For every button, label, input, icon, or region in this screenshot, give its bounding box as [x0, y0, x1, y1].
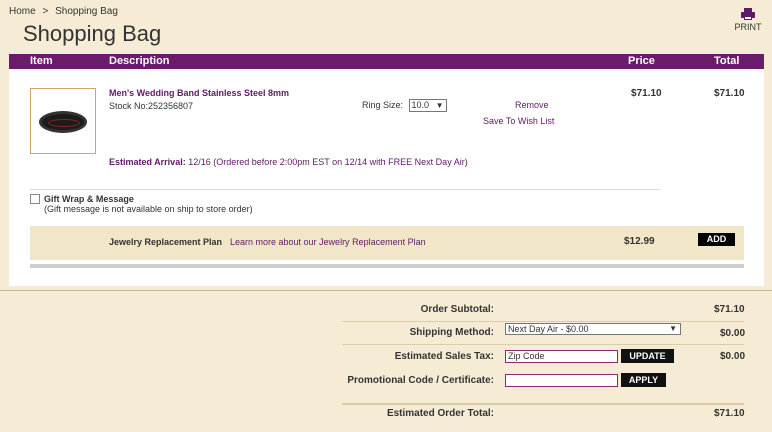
order-subtotal-label: Order Subtotal:: [420, 304, 494, 315]
zip-code-input[interactable]: Zip Code: [505, 350, 618, 363]
product-stock-number: Stock No:252356807: [109, 101, 194, 111]
breadcrumb: Home > Shopping Bag: [9, 6, 122, 17]
chevron-down-icon: ▼: [435, 101, 444, 110]
gift-wrap-checkbox[interactable]: [30, 194, 40, 204]
divider: [0, 290, 772, 291]
shipping-method-label: Shipping Method:: [409, 327, 494, 338]
promo-code-label: Promotional Code / Certificate:: [347, 375, 494, 386]
cart-panel: Item Description Price Total Men's Weddi…: [9, 54, 764, 286]
cart-table-header: Item Description Price Total: [9, 54, 764, 69]
divider: [342, 321, 744, 322]
breadcrumb-home-link[interactable]: Home: [9, 6, 36, 17]
ring-image: [39, 111, 87, 133]
ring-size-label: Ring Size:: [362, 99, 404, 110]
replacement-plan-row: Jewelry Replacement Plan Learn more abou…: [30, 226, 744, 260]
arrival-label: Estimated Arrival:: [109, 157, 186, 167]
gift-wrap-note: (Gift message is not available on ship t…: [44, 204, 253, 214]
add-plan-button[interactable]: ADD: [698, 233, 735, 246]
header-item: Item: [30, 55, 53, 67]
update-button[interactable]: UPDATE: [621, 349, 674, 363]
ring-size-control: Ring Size: 10.0 ▼: [362, 99, 447, 112]
estimated-arrival: Estimated Arrival: 12/16 (Ordered before…: [109, 157, 468, 167]
product-name-link[interactable]: Men's Wedding Band Stainless Steel 8mm: [109, 88, 289, 98]
order-total-value: $71.10: [714, 408, 745, 419]
shipping-value: $0.00: [720, 328, 746, 339]
header-total: Total: [714, 55, 740, 67]
sales-tax-label: Estimated Sales Tax:: [394, 351, 494, 362]
divider: [342, 403, 744, 405]
shipping-method-select[interactable]: Next Day Air - $0.00 ▼: [505, 323, 681, 335]
gift-wrap-title: Gift Wrap & Message: [44, 194, 134, 204]
print-label: PRINT: [734, 22, 762, 32]
shipping-method-value: Next Day Air - $0.00: [508, 324, 589, 334]
replacement-plan-price: $12.99: [624, 236, 655, 247]
product-image[interactable]: [30, 88, 96, 154]
replacement-plan-link[interactable]: Learn more about our Jewelry Replacement…: [230, 237, 426, 247]
chevron-down-icon: ▼: [669, 324, 677, 333]
printer-icon: [741, 8, 755, 20]
save-to-wishlist-link[interactable]: Save To Wish List: [483, 116, 554, 126]
divider: [30, 189, 660, 190]
replacement-plan-label: Jewelry Replacement Plan: [109, 237, 223, 247]
divider: [342, 344, 744, 345]
page-title: Shopping Bag: [23, 21, 162, 46]
arrival-text: 12/16 (Ordered before 2:00pm EST on 12/1…: [188, 157, 468, 167]
item-total: $71.10: [714, 88, 745, 99]
breadcrumb-separator: >: [42, 6, 49, 17]
ring-size-value: 10.0: [411, 100, 430, 110]
print-button[interactable]: PRINT: [733, 8, 763, 32]
remove-link[interactable]: Remove: [515, 100, 549, 110]
divider: [30, 264, 744, 268]
ring-size-select[interactable]: 10.0 ▼: [408, 99, 447, 112]
promo-code-input[interactable]: [505, 374, 618, 387]
breadcrumb-current: Shopping Bag: [55, 6, 118, 17]
apply-button[interactable]: APPLY: [621, 373, 666, 387]
header-description: Description: [109, 55, 170, 67]
sales-tax-value: $0.00: [720, 351, 746, 362]
order-subtotal-value: $71.10: [714, 304, 745, 315]
order-total-label: Estimated Order Total:: [386, 408, 494, 419]
item-price: $71.10: [631, 88, 662, 99]
header-price: Price: [628, 55, 655, 67]
